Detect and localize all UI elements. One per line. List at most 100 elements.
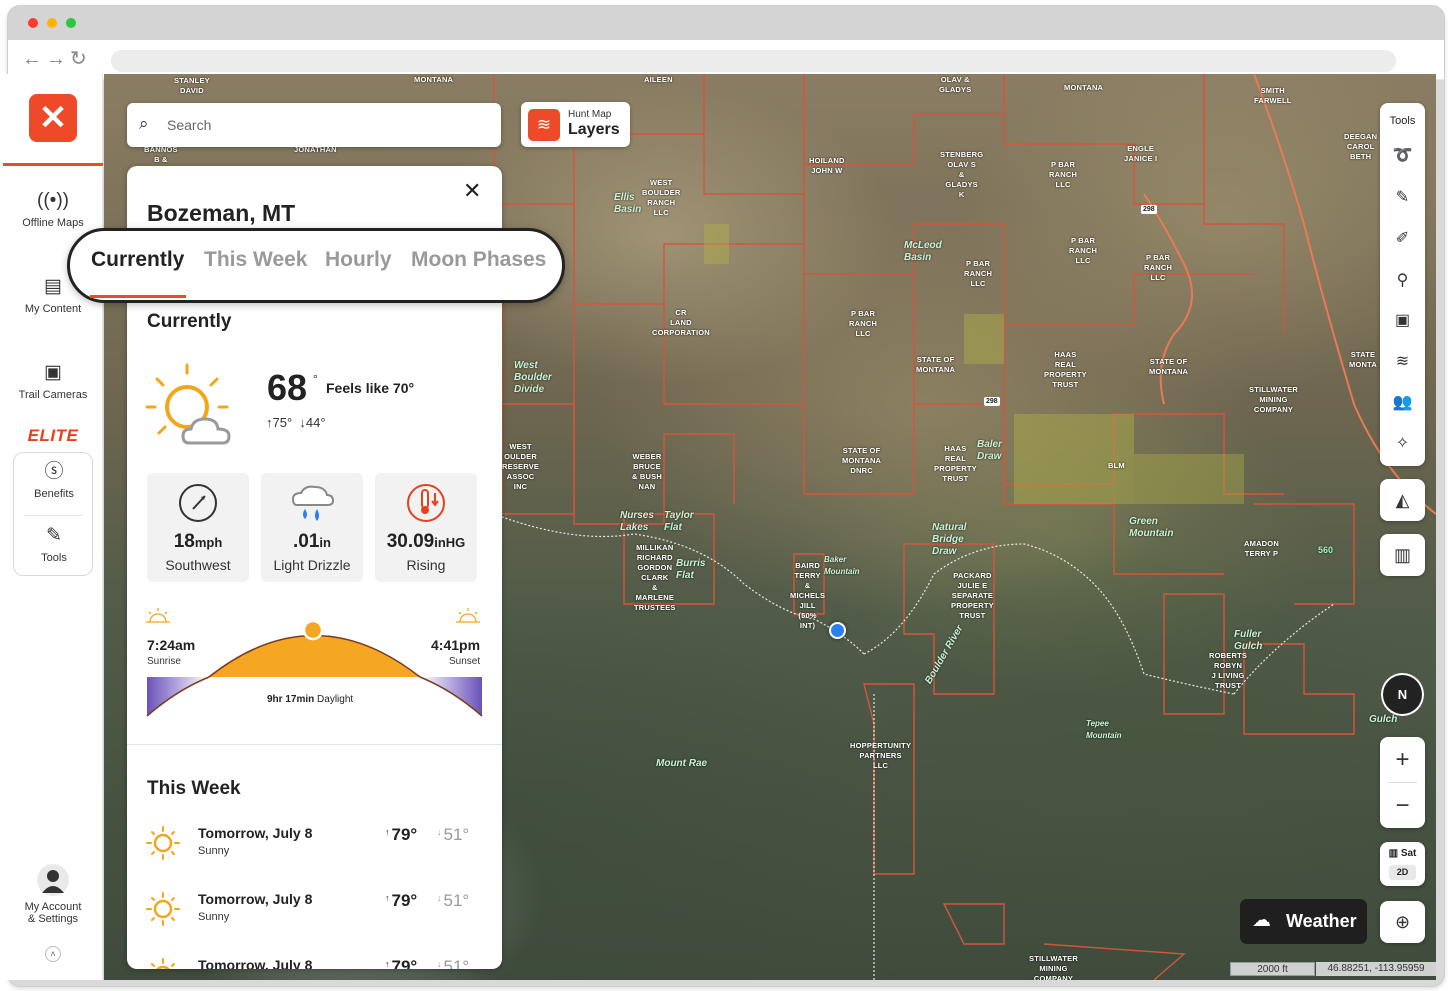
zoom-out-button[interactable]: −: [1380, 783, 1425, 828]
elevation-profile-button[interactable]: ▥: [1380, 534, 1425, 576]
tab-moon-phases[interactable]: Moon Phases: [411, 248, 546, 272]
parcel-owner-label: ROBERTS ROBYN J LIVING TRUST: [1209, 651, 1248, 690]
eraser-icon[interactable]: ✐: [1380, 229, 1425, 249]
parcel-owner-label: STILLWATER MINING COMPANY: [1029, 954, 1078, 980]
weather-button-label: Weather: [1286, 911, 1357, 931]
forecast-low: ↓ 51°: [437, 825, 470, 844]
sidebar-item-label: Trail Cameras: [18, 389, 88, 401]
avatar: [37, 864, 69, 896]
parcel-owner-label: BAIRD TERRY & MICHELS JILL (50% INT): [790, 561, 826, 630]
parcel-owner-label: DEEGAN CAROL BETH: [1344, 132, 1378, 161]
zoom-in-button[interactable]: +: [1380, 737, 1425, 782]
parcel-owner-label: AILEEN: [644, 75, 673, 84]
parcel-owner-label: STENBERG OLAV S & GLADYS K: [940, 150, 984, 199]
forecast-condition: Sunny: [198, 845, 230, 857]
parcel-owner-label: MONTANA: [414, 75, 454, 84]
address-bar[interactable]: [111, 50, 1396, 72]
wind-stat: 18mph Southwest: [147, 473, 249, 582]
layers-icon: ≋: [528, 109, 560, 141]
feels-like: Feels like 70°: [326, 380, 415, 396]
forecast-high: ↑ 79°: [385, 891, 418, 910]
forecast-day: Tomorrow, July 8: [198, 825, 313, 841]
sun-icon: [151, 958, 175, 969]
stat-label: Rising: [406, 557, 446, 573]
reload-icon[interactable]: ↻: [70, 47, 87, 71]
crosshair-icon: ⊕: [1394, 912, 1411, 932]
parcel-owner-label: HAAS REAL PROPERTY TRUST: [1044, 350, 1087, 389]
highway-shield: 298: [1141, 205, 1157, 214]
trail-camera-icon[interactable]: ▣: [1380, 311, 1425, 331]
basemap-toggle[interactable]: ▥ Sat 2D: [1380, 842, 1425, 886]
place-label: Taylor Flat: [664, 510, 694, 533]
weather-tabs: Currently This Week Hourly Moon Phases: [67, 228, 565, 303]
waypoint-pin-icon[interactable]: ⚲: [1380, 271, 1425, 291]
app-logo-icon[interactable]: ✕: [29, 94, 77, 142]
parcel-owner-label: STATE OF MONTANA: [1149, 357, 1189, 376]
parcel-owner-label: BLM: [1108, 461, 1125, 470]
sunrise-label: Sunrise: [147, 656, 181, 667]
sidebar-item-label: Offline Maps: [22, 217, 84, 229]
daylight-duration: 9hr 17min Daylight: [267, 694, 354, 705]
satellite-icon[interactable]: ✧: [1380, 434, 1425, 454]
place-label: Ellis Basin: [614, 192, 642, 215]
highway-shield: 298: [984, 397, 1000, 406]
compass-button[interactable]: N: [1381, 673, 1424, 716]
sidebar-item-benefits[interactable]: ⓢ Benefits: [4, 461, 104, 500]
pencil-icon[interactable]: ✎: [1380, 188, 1425, 208]
collapse-sidebar-button[interactable]: ˄: [3, 946, 103, 962]
rain-drops-icon: [291, 485, 335, 521]
forecast-high: ↑ 79°: [385, 825, 418, 844]
sidebar-item-trail-cameras[interactable]: ▣ Trail Cameras: [3, 362, 103, 401]
sidebar-item-account[interactable]: My Account & Settings: [3, 864, 103, 925]
recenter-button[interactable]: ⊕: [1380, 901, 1425, 943]
place-label: Baler Draw: [977, 439, 1003, 462]
sun-icon: [146, 826, 180, 860]
parcel-owner-label: WEST BOULDER RANCH LLC: [642, 178, 681, 217]
offline-maps-icon: ((•)): [37, 190, 69, 211]
place-label: Nurses Lakes: [620, 510, 654, 533]
section-divider: [127, 744, 502, 745]
place-label: Green Mountain: [1129, 516, 1174, 539]
list-item: Tomorrow, July 8 ↑ 79° ↓ 51°: [127, 957, 502, 969]
minimize-window-dot[interactable]: [47, 18, 57, 28]
lasso-icon[interactable]: ➰: [1380, 146, 1425, 166]
tab-hourly[interactable]: Hourly: [325, 248, 392, 272]
parcel-owner-label: P BAR RANCH LLC: [849, 309, 878, 338]
parcel-owner-label: STATE MONTA: [1349, 350, 1377, 369]
parcel-owner-label: HOPPERTUNITY PARTNERS LLC: [850, 741, 912, 770]
forward-arrow-icon[interactable]: →: [46, 47, 66, 71]
tab-currently[interactable]: Currently: [91, 248, 184, 272]
current-location-marker: [829, 622, 846, 639]
mountain-3d-icon: ◭: [1395, 490, 1410, 510]
wind-direction-icon[interactable]: ≋: [1380, 352, 1425, 372]
place-label: Baker Mountain: [824, 555, 860, 576]
maximize-window-dot[interactable]: [66, 18, 76, 28]
3d-view-button[interactable]: ◭: [1380, 479, 1425, 521]
parcel-owner-label: HAAS REAL PROPERTY TRUST: [934, 444, 977, 483]
sun-arc-chart: [146, 608, 483, 717]
parcel-owner-label: OLAV & GLADYS: [939, 75, 972, 94]
search-input[interactable]: [167, 115, 487, 135]
chevron-up-icon: ˄: [45, 946, 61, 962]
parcel-owner-label: MILLIKAN RICHARD GORDON CLARK & MARLENE …: [634, 543, 676, 612]
parcel-owner-label: WEBER BRUCE & BUSH NAN: [632, 452, 662, 491]
parcel-owner-label: P BAR RANCH LLC: [1069, 236, 1098, 265]
forecast-day: Tomorrow, July 8: [198, 957, 313, 969]
forecast-high: ↑ 79°: [385, 957, 418, 969]
sunset-icon: [456, 608, 480, 623]
close-icon[interactable]: ✕: [463, 178, 481, 204]
group-members-icon[interactable]: 👥: [1380, 393, 1425, 413]
sidebar-item-tools[interactable]: ✎ Tools: [4, 525, 104, 564]
dollar-circle-icon: ⓢ: [44, 461, 64, 482]
elite-features-box: ⓢ Benefits ✎ Tools: [13, 452, 93, 576]
sidebar-item-offline-maps[interactable]: ((•)) Offline Maps: [3, 190, 103, 229]
close-window-dot[interactable]: [28, 18, 38, 28]
parcel-owner-label: P BAR RANCH LLC: [1144, 253, 1173, 282]
sunrise-time: 7:24am: [147, 637, 196, 653]
tab-this-week[interactable]: This Week: [204, 248, 307, 272]
back-arrow-icon[interactable]: ←: [22, 47, 42, 71]
place-label: Burris Flat: [676, 558, 706, 581]
search-bar[interactable]: ⌕: [127, 103, 501, 147]
hunt-map-layers-button[interactable]: ≋ Hunt Map Layers: [521, 102, 630, 147]
weather-button[interactable]: ☁ Weather: [1240, 899, 1367, 944]
